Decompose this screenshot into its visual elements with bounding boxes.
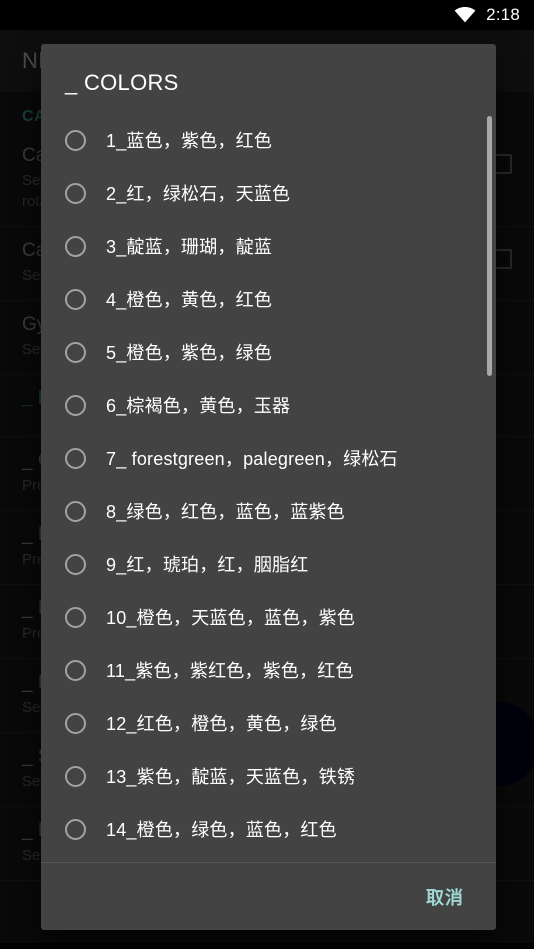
option-row[interactable]: 13_紫色，靛蓝，天蓝色，铁锈: [41, 750, 496, 803]
radio-button-icon[interactable]: [65, 236, 86, 257]
option-row[interactable]: 12_红色，橙色，黄色，绿色: [41, 697, 496, 750]
radio-button-icon[interactable]: [65, 501, 86, 522]
radio-button-icon[interactable]: [65, 660, 86, 681]
navigation-bar: [0, 943, 534, 949]
option-row[interactable]: 4_橙色，黄色，红色: [41, 273, 496, 326]
radio-button-icon[interactable]: [65, 130, 86, 151]
wifi-icon: [454, 7, 476, 23]
radio-button-icon[interactable]: [65, 448, 86, 469]
option-label: 6_棕褐色，黄色，玉器: [106, 395, 291, 416]
phone-screen: 2:18 NE CA Ca Set rota Ca Set Gy Set _ N …: [0, 0, 534, 949]
option-row[interactable]: 3_靛蓝，珊瑚，靛蓝: [41, 220, 496, 273]
option-label: 2_红，绿松石，天蓝色: [106, 183, 291, 204]
option-label: 1_蓝色，紫色，红色: [106, 130, 273, 151]
option-label: 9_红，琥珀，红，胭脂红: [106, 554, 309, 575]
status-bar-clock: 2:18: [486, 5, 520, 24]
option-row[interactable]: 7_ forestgreen，palegreen，绿松石: [41, 432, 496, 485]
option-row[interactable]: 11_紫色，紫红色，紫色，红色: [41, 644, 496, 697]
option-label: 5_橙色，紫色，绿色: [106, 342, 273, 363]
option-row[interactable]: 2_红，绿松石，天蓝色: [41, 167, 496, 220]
radio-button-icon[interactable]: [65, 819, 86, 840]
option-label: 12_红色，橙色，黄色，绿色: [106, 713, 337, 734]
option-label: 10_橙色，天蓝色，蓝色，紫色: [106, 607, 356, 628]
radio-button-icon[interactable]: [65, 713, 86, 734]
option-row[interactable]: 9_红，琥珀，红，胭脂红: [41, 538, 496, 591]
option-row[interactable]: 5_橙色，紫色，绿色: [41, 326, 496, 379]
radio-button-icon[interactable]: [65, 554, 86, 575]
color-picker-dialog: _ COLORS 1_蓝色，紫色，红色 2_红，绿松石，天蓝色 3_靛蓝，珊瑚，靛蓝…: [41, 44, 496, 930]
radio-button-icon[interactable]: [65, 289, 86, 310]
option-row[interactable]: 1_蓝色，紫色，红色: [41, 114, 496, 167]
radio-button-icon[interactable]: [65, 395, 86, 416]
cancel-button[interactable]: 取消: [420, 876, 470, 918]
option-row[interactable]: 14_橙色，绿色，蓝色，红色: [41, 803, 496, 856]
radio-button-icon[interactable]: [65, 607, 86, 628]
dialog-title: _ COLORS: [65, 70, 179, 95]
dialog-action-bar: 取消: [41, 863, 496, 930]
option-label: 11_紫色，紫红色，紫色，红色: [106, 660, 354, 681]
option-label: 8_绿色，红色，蓝色，蓝紫色: [106, 501, 345, 522]
option-row[interactable]: 10_橙色，天蓝色，蓝色，紫色: [41, 591, 496, 644]
radio-button-icon[interactable]: [65, 766, 86, 787]
radio-button-icon[interactable]: [65, 183, 86, 204]
radio-button-icon[interactable]: [65, 342, 86, 363]
option-label: 13_紫色，靛蓝，天蓝色，铁锈: [106, 766, 356, 787]
option-list[interactable]: 1_蓝色，紫色，红色 2_红，绿松石，天蓝色 3_靛蓝，珊瑚，靛蓝 4_橙色，黄色，红…: [41, 114, 496, 862]
list-scrollbar[interactable]: [487, 116, 492, 376]
option-label: 4_橙色，黄色，红色: [106, 289, 273, 310]
option-label: 3_靛蓝，珊瑚，靛蓝: [106, 236, 273, 257]
option-label: 7_ forestgreen，palegreen，绿松石: [106, 448, 398, 469]
option-row[interactable]: 6_棕褐色，黄色，玉器: [41, 379, 496, 432]
option-label: 14_橙色，绿色，蓝色，红色: [106, 819, 337, 840]
option-row[interactable]: 8_绿色，红色，蓝色，蓝紫色: [41, 485, 496, 538]
status-bar: 2:18: [0, 0, 534, 30]
